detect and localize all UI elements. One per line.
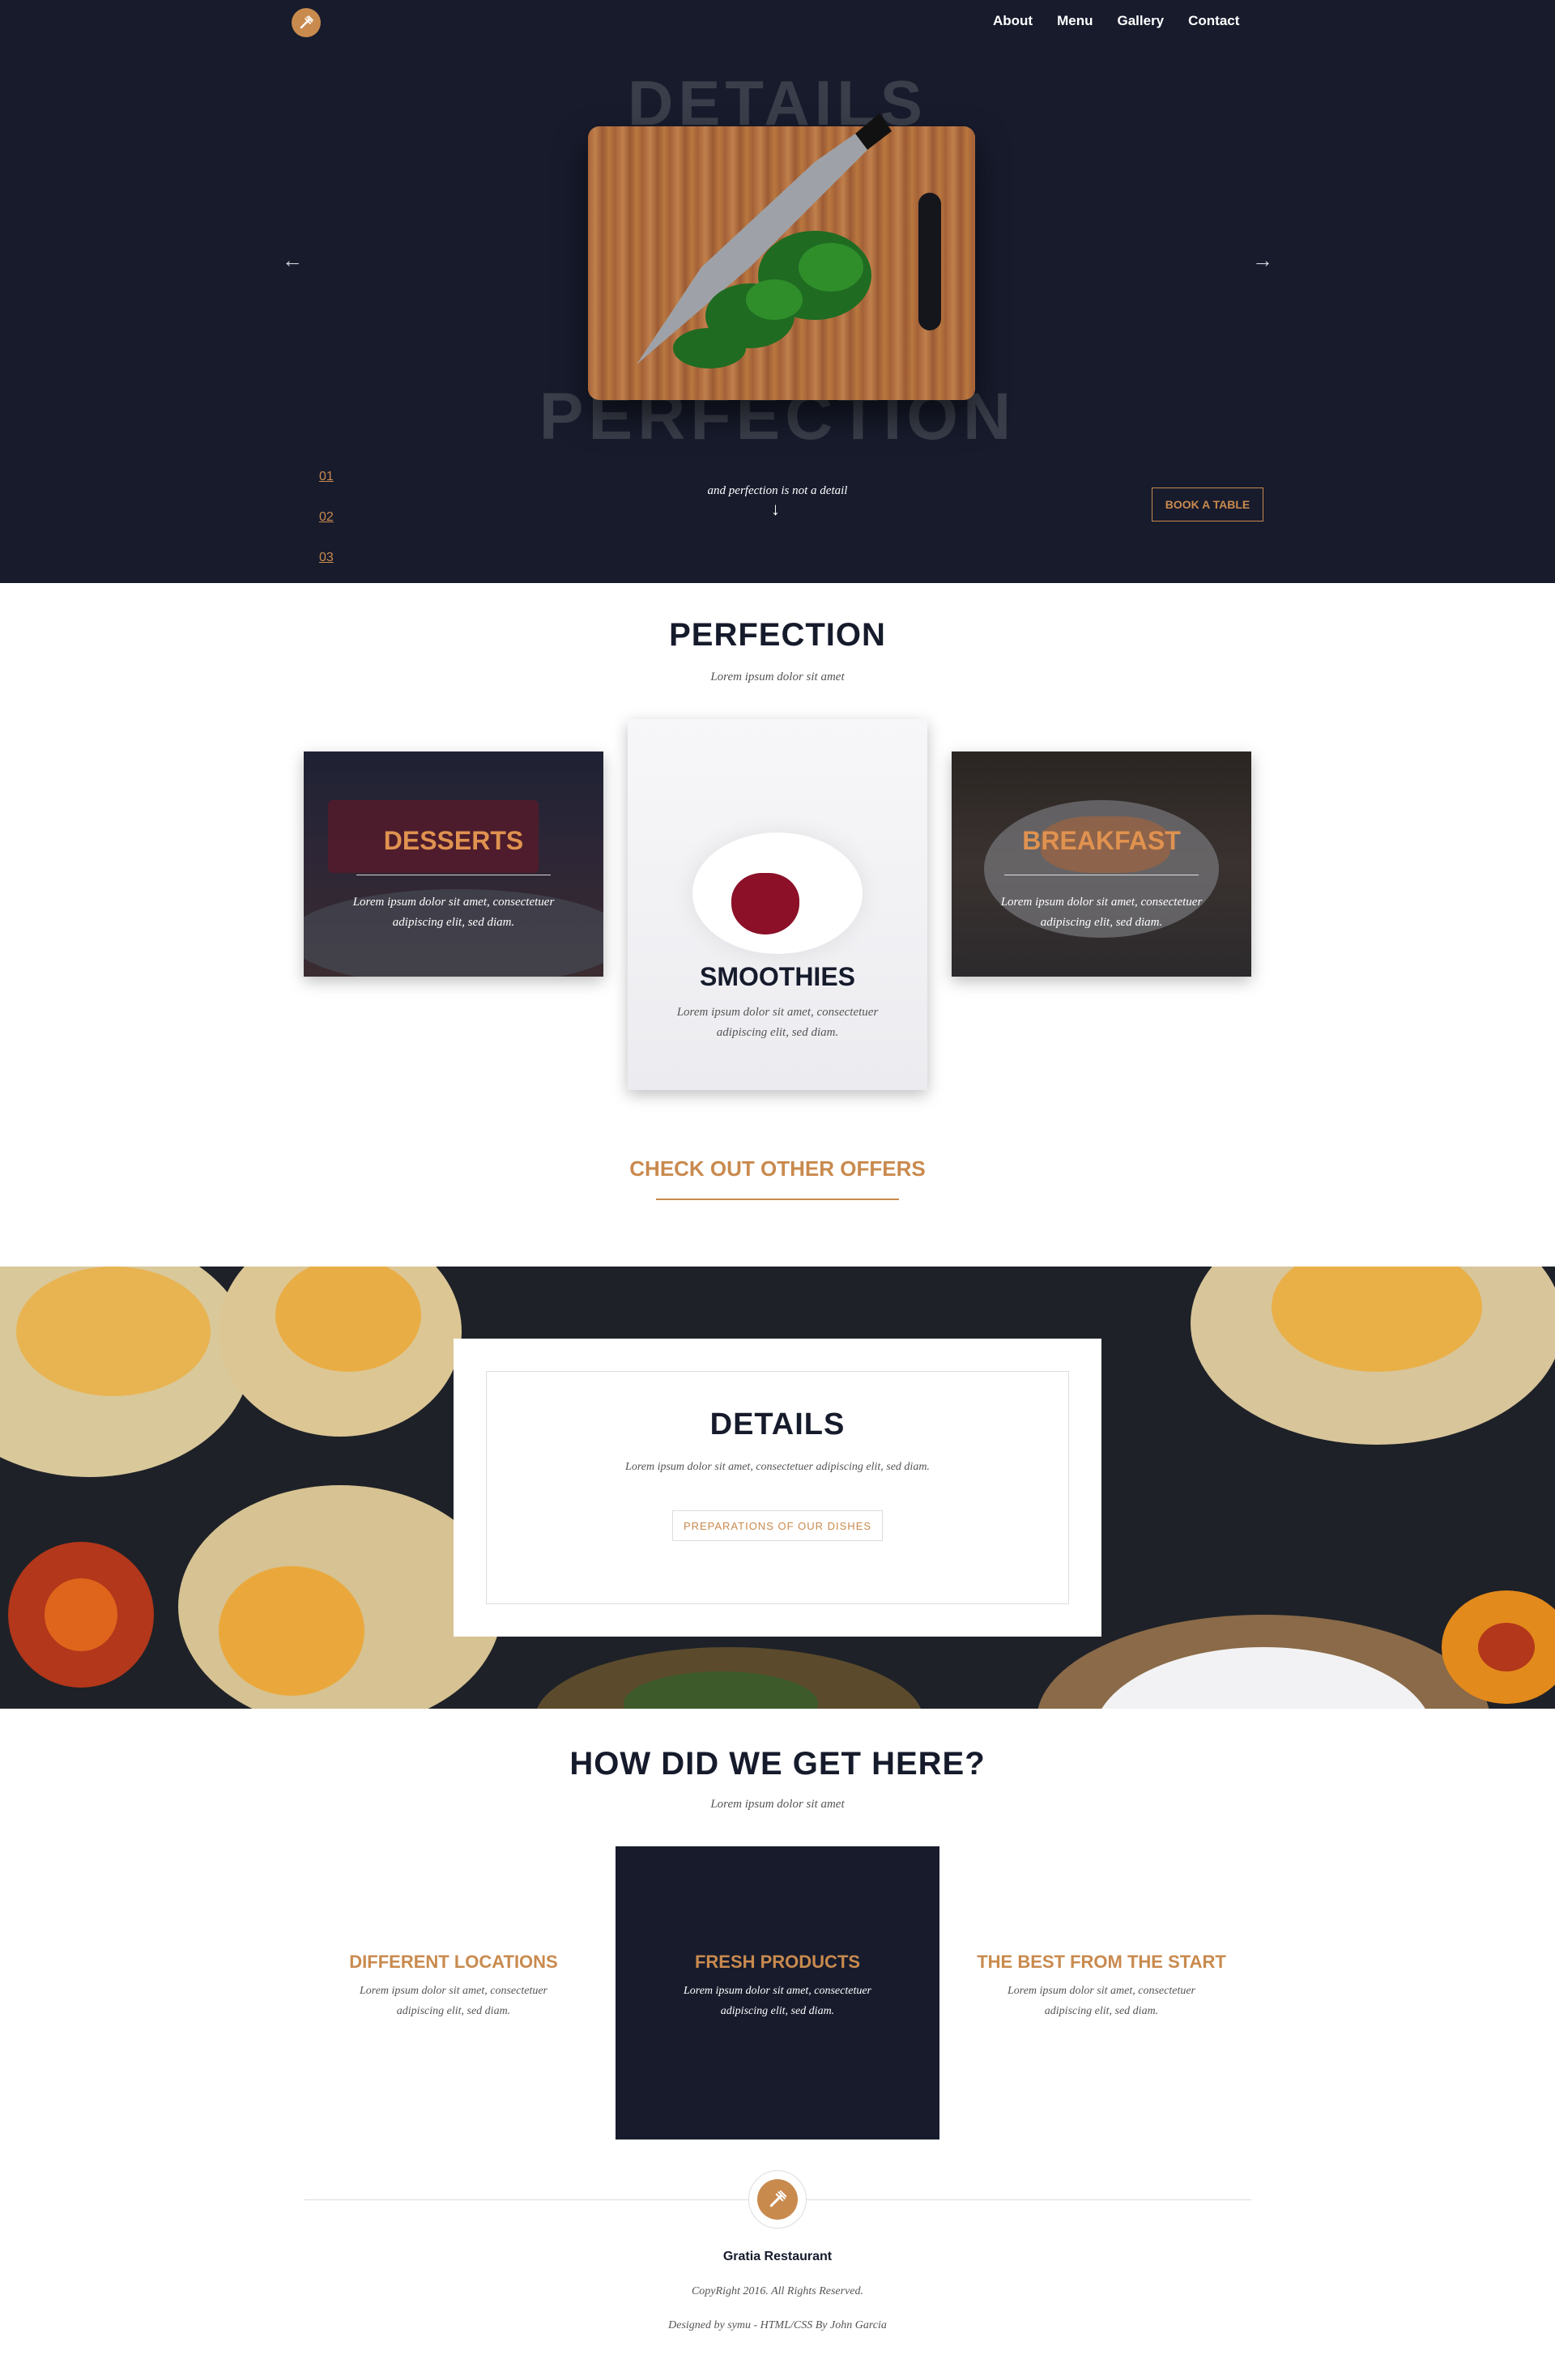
- desserts-card[interactable]: DESSERTS Lorem ipsum dolor sit amet, con…: [304, 751, 603, 977]
- nav-contact[interactable]: Contact: [1188, 13, 1239, 29]
- nav-about[interactable]: About: [993, 13, 1033, 29]
- slide-link-03[interactable]: 03: [319, 551, 334, 565]
- smoothies-text: Lorem ipsum dolor sit amet, consectetuer…: [676, 1006, 879, 1039]
- breakfast-title: BREAKFAST: [1022, 826, 1181, 855]
- breakfast-card[interactable]: BREAKFAST Lorem ipsum dolor sit amet, co…: [952, 751, 1251, 977]
- slide-link-01[interactable]: 01: [319, 470, 334, 484]
- nav-gallery[interactable]: Gallery: [1117, 13, 1164, 29]
- feature-text: Lorem ipsum dolor sit amet, consectetuer…: [359, 1985, 547, 2017]
- footer-copyright: CopyRight 2016. All Rights Reserved.: [691, 2285, 864, 2297]
- smoothies-card[interactable]: SMOOTHIES Lorem ipsum dolor sit amet, co…: [628, 719, 927, 1090]
- book-table-button[interactable]: BOOK A TABLE: [1152, 487, 1263, 522]
- hero-tagline: and perfection is not a detail: [707, 484, 848, 497]
- feature-title: THE BEST FROM THE START: [977, 1952, 1226, 1972]
- footer-restaurant-name: Gratia Restaurant: [722, 2250, 833, 2263]
- prev-slide-arrow-icon[interactable]: ←: [282, 248, 303, 273]
- hero-section: About Menu Gallery Contact DETAILS MAKE …: [0, 0, 1555, 583]
- details-title: DETAILS: [709, 1407, 846, 1441]
- feature-title: FRESH PRODUCTS: [694, 1952, 861, 1972]
- footer-logo-ring: [748, 2170, 807, 2229]
- feature-best-from-start: THE BEST FROM THE START Lorem ipsum dolo…: [939, 1952, 1263, 2021]
- feature-text: Lorem ipsum dolor sit amet, consectetuer…: [683, 1985, 871, 2017]
- feature-text: Lorem ipsum dolor sit amet, consectetuer…: [1007, 1985, 1195, 2017]
- desserts-text: Lorem ipsum dolor sit amet, consectetuer…: [352, 896, 555, 929]
- main-nav: About Menu Gallery Contact: [993, 13, 1263, 29]
- nav-menu[interactable]: Menu: [1057, 13, 1093, 29]
- feature-title: DIFFERENT LOCATIONS: [349, 1952, 558, 1972]
- details-text: Lorem ipsum dolor sit amet, consectetuer…: [625, 1461, 930, 1473]
- strawberry-image: [731, 873, 799, 935]
- perfection-subtitle: Lorem ipsum dolor sit amet: [710, 671, 845, 683]
- perfection-title: PERFECTION: [669, 617, 886, 653]
- scroll-down-arrow-icon[interactable]: ↓: [771, 499, 780, 520]
- how-subtitle: Lorem ipsum dolor sit amet: [710, 1798, 845, 1811]
- check-offers-underline: [656, 1199, 899, 1200]
- check-offers-link[interactable]: CHECK OUT OTHER OFFERS: [0, 1156, 1555, 1181]
- desserts-title: DESSERTS: [383, 826, 524, 855]
- footer-fork-logo-icon[interactable]: [757, 2179, 798, 2220]
- feature-different-locations: DIFFERENT LOCATIONS Lorem ipsum dolor si…: [292, 1952, 616, 2021]
- fork-logo-icon[interactable]: [292, 8, 321, 37]
- preparations-button[interactable]: PREPARATIONS OF OUR DISHES: [672, 1510, 883, 1541]
- details-card-border: [486, 1371, 1069, 1604]
- footer-credits: Designed by symu - HTML/CSS By John Garc…: [668, 2319, 887, 2331]
- breakfast-text: Lorem ipsum dolor sit amet, consectetuer…: [1000, 896, 1203, 929]
- next-slide-arrow-icon[interactable]: →: [1252, 248, 1273, 273]
- knife-herbs-illustration: [637, 113, 892, 368]
- how-title: HOW DID WE GET HERE?: [569, 1746, 986, 1782]
- smoothies-title: SMOOTHIES: [699, 962, 855, 991]
- slide-link-02[interactable]: 02: [319, 510, 334, 525]
- feature-fresh-products: FRESH PRODUCTS Lorem ipsum dolor sit ame…: [616, 1952, 939, 2021]
